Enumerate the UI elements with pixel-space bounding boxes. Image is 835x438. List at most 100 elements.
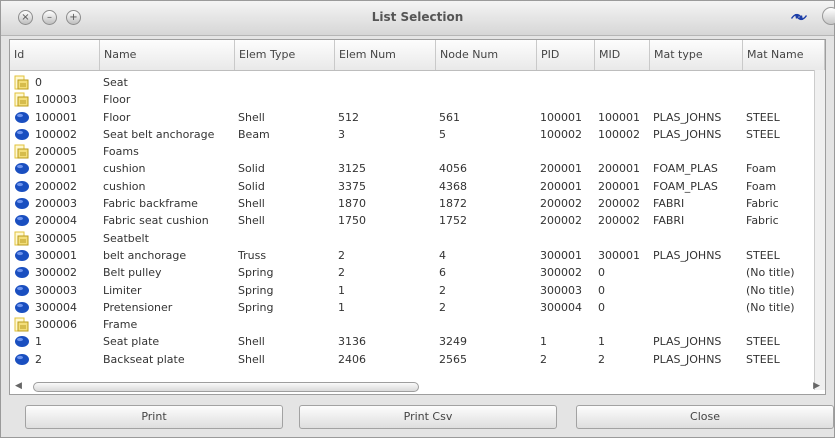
cell-mat-type	[650, 143, 743, 160]
selection-list[interactable]: Id Name Elem Type Elem Num Node Num PID MID Mat…	[9, 39, 826, 395]
list-row[interactable]: 200005 Foams	[10, 143, 825, 160]
list-row[interactable]: 1 Seat plate Shell 3136 3249 1 1 PLAS_JOHNS STEE…	[10, 333, 825, 350]
cell-id: 300004	[35, 300, 77, 314]
cell-id: 0	[35, 76, 42, 89]
cell-node-num	[436, 143, 537, 160]
cell-mat-name	[743, 91, 825, 108]
cell-mat-type: FABRI	[653, 197, 685, 211]
part-icon	[14, 283, 30, 298]
part-icon	[14, 248, 30, 263]
cell-mid: 300001	[598, 248, 640, 262]
list-row[interactable]: 100001 Floor Shell 512 561 100001 100001 PLAS_J…	[10, 109, 825, 126]
list-row[interactable]: 200003 Fabric backframe Shell 1870 1872 20000…	[10, 195, 825, 212]
cell-elem-type: Shell	[238, 335, 265, 349]
print-button[interactable]: Print	[25, 405, 283, 429]
list-header: Id Name Elem Type Elem Num Node Num PID MID Mat…	[10, 40, 825, 71]
cell-elem-type: Solid	[238, 162, 265, 176]
part-icon	[14, 352, 30, 367]
cell-node-num: 3249	[439, 335, 467, 349]
assembly-folder-icon	[14, 92, 30, 107]
cell-id: 100001	[35, 110, 77, 124]
column-header-mid[interactable]: MID	[595, 40, 650, 70]
cell-elem-num: 2406	[338, 352, 366, 366]
cell-pid: 2	[540, 352, 547, 366]
cell-pid	[537, 316, 595, 333]
cell-node-num	[436, 230, 537, 247]
horizontal-scrollbar[interactable]: ◀ ▶	[13, 380, 820, 394]
cell-elem-type: Shell	[238, 352, 265, 366]
cell-name: Belt pulley	[103, 266, 162, 280]
sync-icon[interactable]	[790, 11, 808, 23]
cell-mat-name	[743, 316, 825, 333]
part-icon	[14, 127, 30, 142]
cell-mat-type	[650, 316, 743, 333]
cell-id: 300001	[35, 248, 77, 262]
cell-mat-type: FOAM_PLAS	[653, 162, 718, 176]
cell-elem-type	[235, 316, 335, 333]
cell-pid: 100002	[540, 127, 582, 141]
cell-name: Floor	[103, 93, 131, 107]
cell-elem-num: 1870	[338, 197, 366, 211]
close-button[interactable]: Close	[576, 405, 834, 429]
cell-mat-name: Foam	[746, 179, 777, 193]
menu-button[interactable]	[822, 7, 835, 25]
cell-node-num: 4056	[439, 162, 467, 176]
cell-pid	[537, 230, 595, 247]
list-row[interactable]: 200002 cushion Solid 3375 4368 200001 200001 FO…	[10, 178, 825, 195]
cell-pid: 200002	[540, 214, 582, 228]
cell-mid: 200001	[598, 179, 640, 193]
list-row[interactable]: 300004 Pretensioner Spring 1 2 300004 0 (No tit…	[10, 299, 825, 316]
list-row[interactable]: 100002 Seat belt anchorage Beam 3 5 100002 100…	[10, 126, 825, 143]
column-header-mat-name[interactable]: Mat Name	[743, 40, 825, 70]
cell-pid: 200001	[540, 179, 582, 193]
cell-mat-name: STEEL	[746, 127, 780, 141]
cell-mat-name: STEEL	[746, 248, 780, 262]
column-header-id[interactable]: Id	[10, 40, 100, 70]
horizontal-scroll-thumb[interactable]	[33, 382, 419, 392]
cell-elem-num	[335, 316, 436, 333]
list-row[interactable]: 300001 belt anchorage Truss 2 4 300001 300001 P…	[10, 247, 825, 264]
cell-mat-name: STEEL	[746, 335, 780, 349]
cell-elem-type	[235, 230, 335, 247]
list-selection-window: × – + List Selection Id Name Elem Type Elem…	[0, 0, 835, 438]
list-row[interactable]: 200001 cushion Solid 3125 4056 200001 200001 FO…	[10, 160, 825, 177]
assembly-folder-icon	[14, 317, 30, 332]
part-icon	[14, 110, 30, 125]
scroll-right-icon[interactable]: ▶	[813, 381, 820, 391]
scroll-left-icon[interactable]: ◀	[15, 381, 22, 391]
list-row[interactable]: 200004 Fabric seat cushion Shell 1750 1752 20…	[10, 212, 825, 229]
cell-mid: 200001	[598, 162, 640, 176]
list-row[interactable]: 300005 Seatbelt	[10, 230, 825, 247]
cell-pid: 200001	[540, 162, 582, 176]
cell-elem-num: 3375	[338, 179, 366, 193]
assembly-folder-icon	[14, 75, 30, 90]
column-header-name[interactable]: Name	[100, 40, 235, 70]
column-header-pid[interactable]: PID	[537, 40, 595, 70]
cell-name: Pretensioner	[103, 300, 173, 314]
cell-node-num	[436, 316, 537, 333]
cell-id: 100002	[35, 127, 77, 141]
cell-elem-num: 2	[338, 266, 345, 280]
column-header-mat-type[interactable]: Mat type	[650, 40, 743, 70]
cell-node-num: 1752	[439, 214, 467, 228]
list-row[interactable]: 2 Backseat plate Shell 2406 2565 2 2 PLAS_JOHNS…	[10, 351, 825, 368]
cell-node-num: 6	[439, 266, 446, 280]
cell-name: cushion	[103, 162, 146, 176]
list-row[interactable]: 100003 Floor	[10, 91, 825, 108]
cell-mid	[595, 91, 650, 108]
vertical-scrollbar[interactable]	[814, 70, 825, 390]
cell-id: 300003	[35, 283, 77, 297]
list-row[interactable]: 300003 Limiter Spring 1 2 300003 0 (No title)	[10, 282, 825, 299]
list-row[interactable]: 300006 Frame	[10, 316, 825, 333]
column-header-elem-num[interactable]: Elem Num	[335, 40, 436, 70]
cell-mat-type: FABRI	[653, 214, 685, 228]
list-row[interactable]: 0 Seat	[10, 74, 825, 91]
column-header-elem-type[interactable]: Elem Type	[235, 40, 335, 70]
column-header-node-num[interactable]: Node Num	[436, 40, 537, 70]
cell-elem-type	[235, 143, 335, 160]
cell-mat-type	[650, 230, 743, 247]
list-row[interactable]: 300002 Belt pulley Spring 2 6 300002 0 (No titl…	[10, 264, 825, 281]
cell-elem-type	[235, 74, 335, 91]
cell-elem-type: Shell	[238, 197, 265, 211]
print-csv-button[interactable]: Print Csv	[299, 405, 557, 429]
